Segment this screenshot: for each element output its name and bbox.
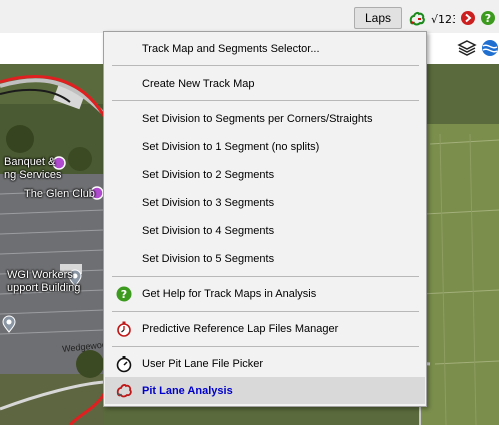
- menu-item-track-map-help[interactable]: ? Get Help for Track Maps in Analysis: [105, 280, 425, 308]
- math-channel-icon[interactable]: √123: [431, 8, 459, 28]
- top-toolbar: Laps √123 ?: [0, 0, 499, 33]
- menu-item-label: Set Division to 3 Segments: [142, 197, 275, 209]
- pit-lane-icon: [115, 382, 133, 400]
- map-label-line: Banquet &: [4, 156, 56, 168]
- map-label-wgi: WGI Workers upport Building: [7, 269, 80, 295]
- map-pin-icon[interactable]: [1, 315, 17, 333]
- map-label-line: ng Services: [4, 169, 62, 181]
- menu-separator: [112, 276, 419, 277]
- help-icon[interactable]: ?: [479, 8, 499, 28]
- menu-item-label: Predictive Reference Lap Files Manager: [142, 323, 339, 335]
- map-label-banquet: Banquet & ng Services: [4, 156, 61, 182]
- menu-item-label: Set Division to 1 Segment (no splits): [142, 141, 320, 153]
- menu-item-label: Set Division to 2 Segments: [142, 169, 275, 181]
- menu-item-pit-lane-picker[interactable]: User Pit Lane File Picker: [105, 350, 425, 378]
- menu-separator: [112, 65, 419, 66]
- menu-item-division-1[interactable]: Set Division to 1 Segment (no splits): [105, 133, 425, 161]
- menu-item-label: Get Help for Track Maps in Analysis: [142, 288, 317, 300]
- help-icon: ?: [115, 285, 133, 303]
- menu-item-division-2[interactable]: Set Division to 2 Segments: [105, 161, 425, 189]
- menu-item-track-map-selector[interactable]: Track Map and Segments Selector...: [105, 35, 425, 63]
- menu-item-division-corners[interactable]: Set Division to Segments per Corners/Str…: [105, 105, 425, 133]
- menu-item-label: Pit Lane Analysis: [142, 384, 233, 397]
- menu-item-division-3[interactable]: Set Division to 3 Segments: [105, 189, 425, 217]
- svg-text:?: ?: [121, 288, 127, 301]
- menu-separator: [112, 346, 419, 347]
- menu-item-pit-lane-analysis[interactable]: Pit Lane Analysis: [105, 377, 425, 404]
- menu-item-label: Set Division to Segments per Corners/Str…: [142, 113, 373, 125]
- menu-item-division-5[interactable]: Set Division to 5 Segments: [105, 245, 425, 273]
- laps-button[interactable]: Laps: [354, 7, 402, 29]
- track-map-icon[interactable]: [407, 8, 427, 28]
- map-globe-icon[interactable]: [480, 38, 499, 58]
- menu-item-create-track-map[interactable]: Create New Track Map: [105, 70, 425, 98]
- sqrt-label: √123: [431, 13, 455, 26]
- predictive-lap-icon: [115, 320, 133, 338]
- svg-text:?: ?: [485, 12, 491, 25]
- menu-item-label: Set Division to 5 Segments: [142, 253, 275, 265]
- map-label-line: upport Building: [7, 282, 81, 294]
- map-label-glen-club: The Glen Club: [24, 188, 95, 200]
- menu-item-label: Create New Track Map: [142, 78, 255, 90]
- play-next-icon[interactable]: [459, 8, 479, 28]
- stopwatch-icon: [115, 355, 133, 373]
- menu-separator: [112, 100, 419, 101]
- layers-icon[interactable]: [457, 38, 477, 58]
- menu-item-label: Track Map and Segments Selector...: [142, 43, 320, 55]
- menu-item-predictive-lap-manager[interactable]: Predictive Reference Lap Files Manager: [105, 315, 425, 343]
- menu-item-division-4[interactable]: Set Division to 4 Segments: [105, 217, 425, 245]
- menu-item-label: User Pit Lane File Picker: [142, 358, 264, 370]
- laps-dropdown-menu: Track Map and Segments Selector... Creat…: [103, 31, 427, 407]
- map-label-line: WGI Workers: [7, 269, 73, 281]
- menu-separator: [112, 311, 419, 312]
- menu-item-label: Set Division to 4 Segments: [142, 225, 275, 237]
